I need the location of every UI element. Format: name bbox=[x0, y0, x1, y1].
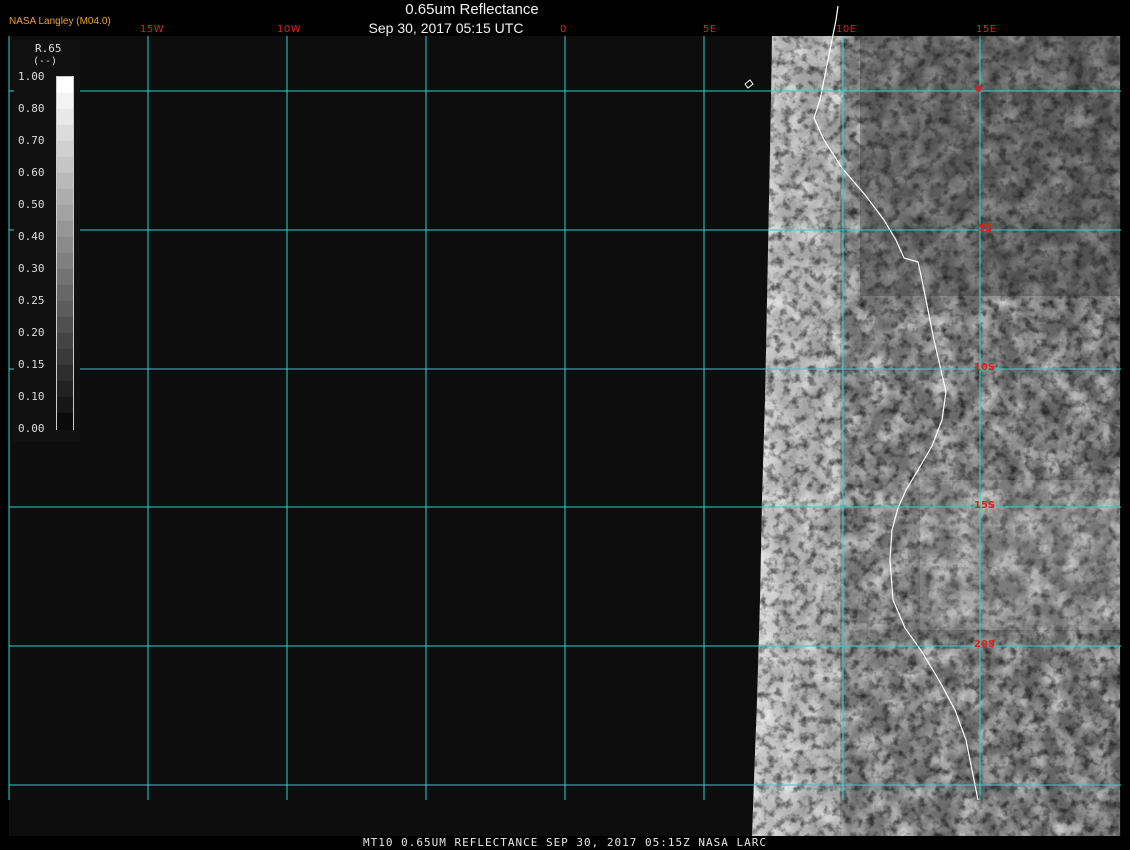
legend-color-step bbox=[57, 77, 73, 94]
lat-label-10s: 10S bbox=[974, 362, 996, 373]
legend-tick-label: 1.00 bbox=[18, 70, 45, 83]
lat-label-15s: 15S bbox=[974, 500, 996, 511]
lon-label-5e: 5E bbox=[703, 24, 717, 35]
legend-color-step bbox=[57, 365, 73, 382]
legend-variable: R.65 bbox=[35, 42, 62, 55]
legend-color-step bbox=[57, 173, 73, 190]
legend-color-step bbox=[57, 413, 73, 430]
legend-color-step bbox=[57, 205, 73, 222]
legend-color-step bbox=[57, 157, 73, 174]
lon-label-10e: 10E bbox=[836, 24, 857, 35]
legend-tick-label: 0.70 bbox=[18, 134, 45, 147]
legend-tick-label: 0.15 bbox=[18, 358, 45, 371]
legend-color-step bbox=[57, 317, 73, 334]
legend-color-step bbox=[57, 141, 73, 158]
reflectance-map[interactable] bbox=[0, 0, 1130, 850]
legend-color-step bbox=[57, 237, 73, 254]
legend-color-step bbox=[57, 93, 73, 110]
legend-color-step bbox=[57, 349, 73, 366]
legend-color-step bbox=[57, 109, 73, 126]
legend-color-step bbox=[57, 381, 73, 398]
lat-label-5s: 5S bbox=[978, 223, 993, 234]
legend-tick-label: 0.25 bbox=[18, 294, 45, 307]
legend-colorbar bbox=[56, 76, 74, 430]
legend-tick-label: 0.00 bbox=[18, 422, 45, 435]
legend-tick-label: 0.10 bbox=[18, 390, 45, 403]
image-title: 0.65um Reflectance bbox=[405, 1, 539, 18]
lon-label-10w: 10W bbox=[277, 24, 302, 35]
lat-label-0: 0 bbox=[975, 84, 982, 95]
legend-tick-label: 0.20 bbox=[18, 326, 45, 339]
legend-units: (--) bbox=[33, 56, 58, 67]
legend-tick-label: 0.30 bbox=[18, 262, 45, 275]
legend-tick-label: 0.60 bbox=[18, 166, 45, 179]
lon-label-0: 0 bbox=[560, 24, 567, 35]
legend-tick-label: 0.80 bbox=[18, 102, 45, 115]
color-legend: R.65 (--) 1.00 0.80 0.70 0.60 0.50 0.40 0.30 0.… bbox=[14, 40, 80, 442]
legend-color-step bbox=[57, 333, 73, 350]
legend-color-step bbox=[57, 221, 73, 238]
legend-color-step bbox=[57, 285, 73, 302]
legend-color-step bbox=[57, 301, 73, 318]
legend-tick-label: 0.50 bbox=[18, 198, 45, 211]
lat-label-20s: 20S bbox=[974, 639, 996, 650]
legend-tick-label: 0.40 bbox=[18, 230, 45, 243]
legend-color-step bbox=[57, 125, 73, 142]
earth-disk-imagery bbox=[752, 36, 1120, 836]
lon-label-15w: 15W bbox=[140, 24, 165, 35]
legend-color-step bbox=[57, 269, 73, 286]
image-datetime: Sep 30, 2017 05:15 UTC bbox=[368, 20, 524, 36]
satellite-image-viewer: NASA Langley (M04.0) 0.65um Reflectance … bbox=[0, 0, 1130, 850]
lon-label-15e: 15E bbox=[976, 24, 997, 35]
legend-color-step bbox=[57, 253, 73, 270]
legend-color-step bbox=[57, 397, 73, 414]
footer-caption: MT10 0.65UM REFLECTANCE SEP 30, 2017 05:… bbox=[363, 836, 767, 849]
legend-color-step bbox=[57, 189, 73, 206]
